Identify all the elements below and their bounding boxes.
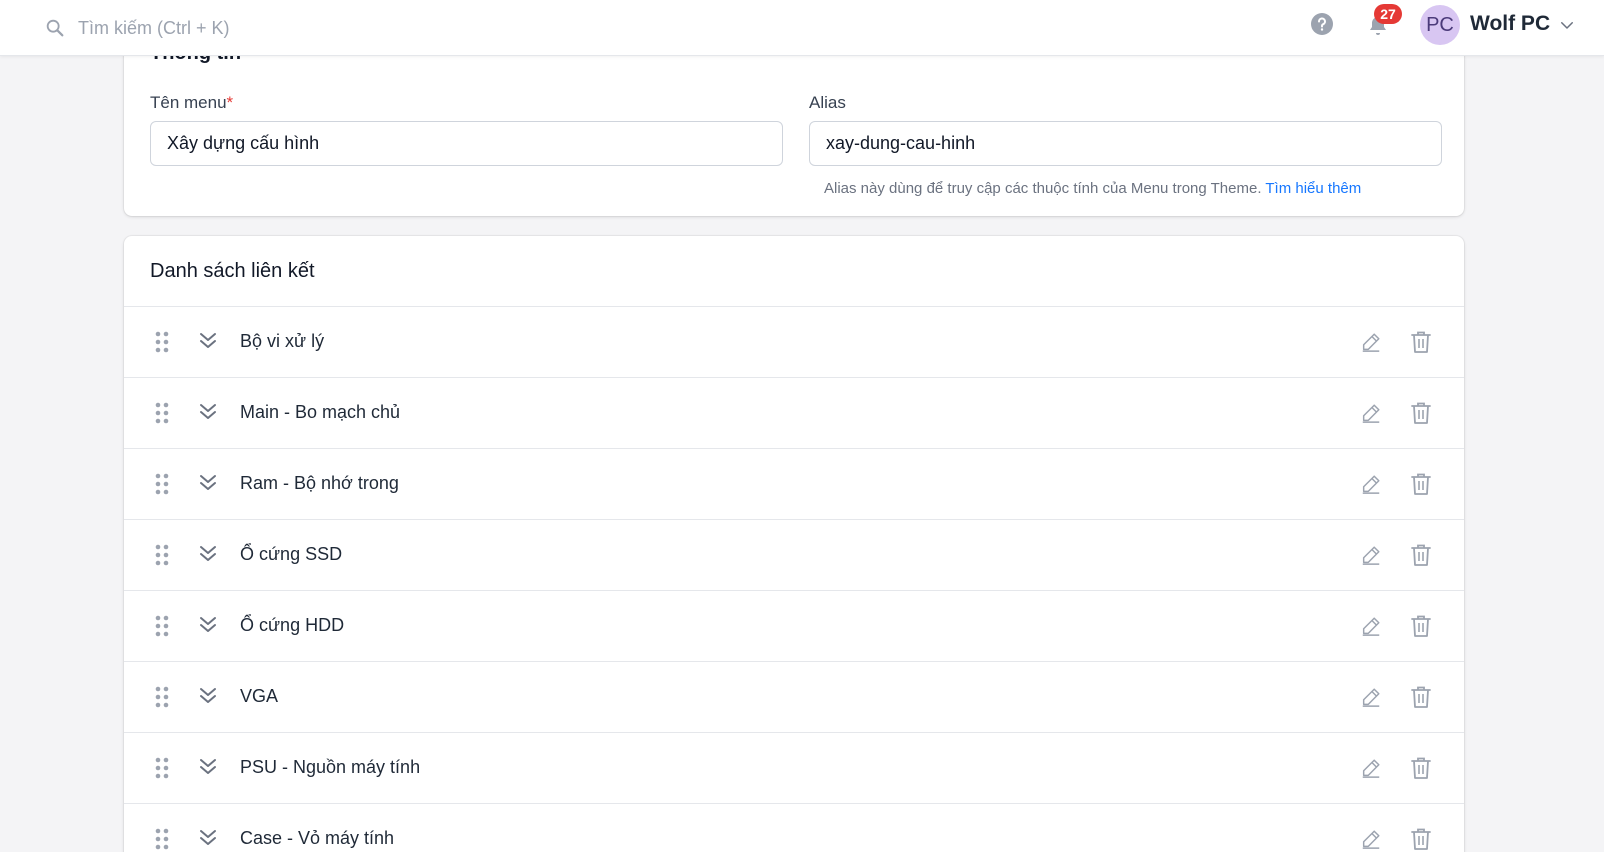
alias-hint: Alias này dùng để truy cập các thuộc tín… bbox=[824, 180, 1361, 197]
required-mark: * bbox=[226, 93, 234, 112]
link-list: Bộ vi xử lý Main - Bo mạch chủ Ram - Bộ … bbox=[124, 307, 1464, 852]
trash-icon[interactable] bbox=[1410, 685, 1432, 709]
links-card: Danh sách liên kết Bộ vi xử lý Main - Bo… bbox=[124, 236, 1464, 852]
drag-handle-icon[interactable] bbox=[155, 402, 169, 424]
links-card-title: Danh sách liên kết bbox=[150, 260, 315, 282]
trash-icon[interactable] bbox=[1410, 756, 1432, 780]
search-placeholder[interactable]: Tìm kiếm (Ctrl + K) bbox=[78, 18, 230, 39]
expand-icon[interactable] bbox=[198, 544, 218, 564]
edit-icon[interactable] bbox=[1360, 402, 1382, 424]
menu-name-label: Tên menu* bbox=[150, 93, 233, 113]
edit-icon[interactable] bbox=[1360, 544, 1382, 566]
edit-icon[interactable] bbox=[1360, 473, 1382, 495]
drag-handle-icon[interactable] bbox=[155, 615, 169, 637]
global-search[interactable]: Tìm kiếm (Ctrl + K) bbox=[44, 12, 230, 44]
edit-icon[interactable] bbox=[1360, 686, 1382, 708]
link-label: Ổ cứng HDD bbox=[240, 615, 345, 635]
menu-name-input[interactable] bbox=[150, 121, 783, 166]
avatar[interactable]: PC bbox=[1420, 5, 1460, 45]
top-header: Tìm kiếm (Ctrl + K) 27 PC Wolf PC bbox=[0, 0, 1604, 56]
link-row: PSU - Nguồn máy tính bbox=[124, 733, 1464, 804]
expand-icon[interactable] bbox=[198, 615, 218, 635]
user-name[interactable]: Wolf PC bbox=[1470, 12, 1550, 36]
alias-hint-text: Alias này dùng để truy cập các thuộc tín… bbox=[824, 180, 1262, 197]
drag-handle-icon[interactable] bbox=[155, 757, 169, 779]
learn-more-link[interactable]: Tìm hiểu thêm bbox=[1265, 180, 1361, 197]
link-row: Ổ cứng SSD bbox=[124, 520, 1464, 591]
trash-icon[interactable] bbox=[1410, 827, 1432, 851]
drag-handle-icon[interactable] bbox=[155, 331, 169, 353]
edit-icon[interactable] bbox=[1360, 331, 1382, 353]
expand-icon[interactable] bbox=[198, 402, 218, 422]
expand-icon[interactable] bbox=[198, 331, 218, 351]
drag-handle-icon[interactable] bbox=[155, 686, 169, 708]
edit-icon[interactable] bbox=[1360, 828, 1382, 850]
expand-icon[interactable] bbox=[198, 686, 218, 706]
link-label: Bộ vi xử lý bbox=[240, 331, 325, 351]
notification-badge: 27 bbox=[1374, 4, 1402, 24]
help-icon[interactable] bbox=[1310, 12, 1334, 36]
link-label: Ổ cứng SSD bbox=[240, 544, 343, 564]
link-label: VGA bbox=[240, 686, 279, 706]
search-icon bbox=[46, 19, 64, 37]
link-row: Ram - Bộ nhớ trong bbox=[124, 449, 1464, 520]
link-label: Ram - Bộ nhớ trong bbox=[240, 473, 399, 493]
drag-handle-icon[interactable] bbox=[155, 544, 169, 566]
link-label: Case - Vỏ máy tính bbox=[240, 828, 395, 848]
drag-handle-icon[interactable] bbox=[155, 828, 169, 850]
trash-icon[interactable] bbox=[1410, 543, 1432, 567]
link-row: Main - Bo mạch chủ bbox=[124, 378, 1464, 449]
trash-icon[interactable] bbox=[1410, 614, 1432, 638]
alias-label: Alias bbox=[809, 93, 846, 112]
link-label: PSU - Nguồn máy tính bbox=[240, 757, 421, 777]
chevron-down-icon[interactable] bbox=[1558, 16, 1576, 34]
edit-icon[interactable] bbox=[1360, 615, 1382, 637]
link-row: Bộ vi xử lý bbox=[124, 307, 1464, 378]
notifications-button[interactable]: 27 bbox=[1366, 4, 1406, 44]
drag-handle-icon[interactable] bbox=[155, 473, 169, 495]
expand-icon[interactable] bbox=[198, 473, 218, 493]
menu-name-label-text: Tên menu bbox=[150, 93, 227, 112]
link-row: VGA bbox=[124, 662, 1464, 733]
trash-icon[interactable] bbox=[1410, 472, 1432, 496]
alias-input[interactable] bbox=[809, 121, 1442, 166]
link-row: Case - Vỏ máy tính bbox=[124, 804, 1464, 852]
link-label: Main - Bo mạch chủ bbox=[240, 402, 401, 422]
expand-icon[interactable] bbox=[198, 828, 218, 848]
expand-icon[interactable] bbox=[198, 757, 218, 777]
trash-icon[interactable] bbox=[1410, 401, 1432, 425]
link-row: Ổ cứng HDD bbox=[124, 591, 1464, 662]
edit-icon[interactable] bbox=[1360, 757, 1382, 779]
trash-icon[interactable] bbox=[1410, 330, 1432, 354]
